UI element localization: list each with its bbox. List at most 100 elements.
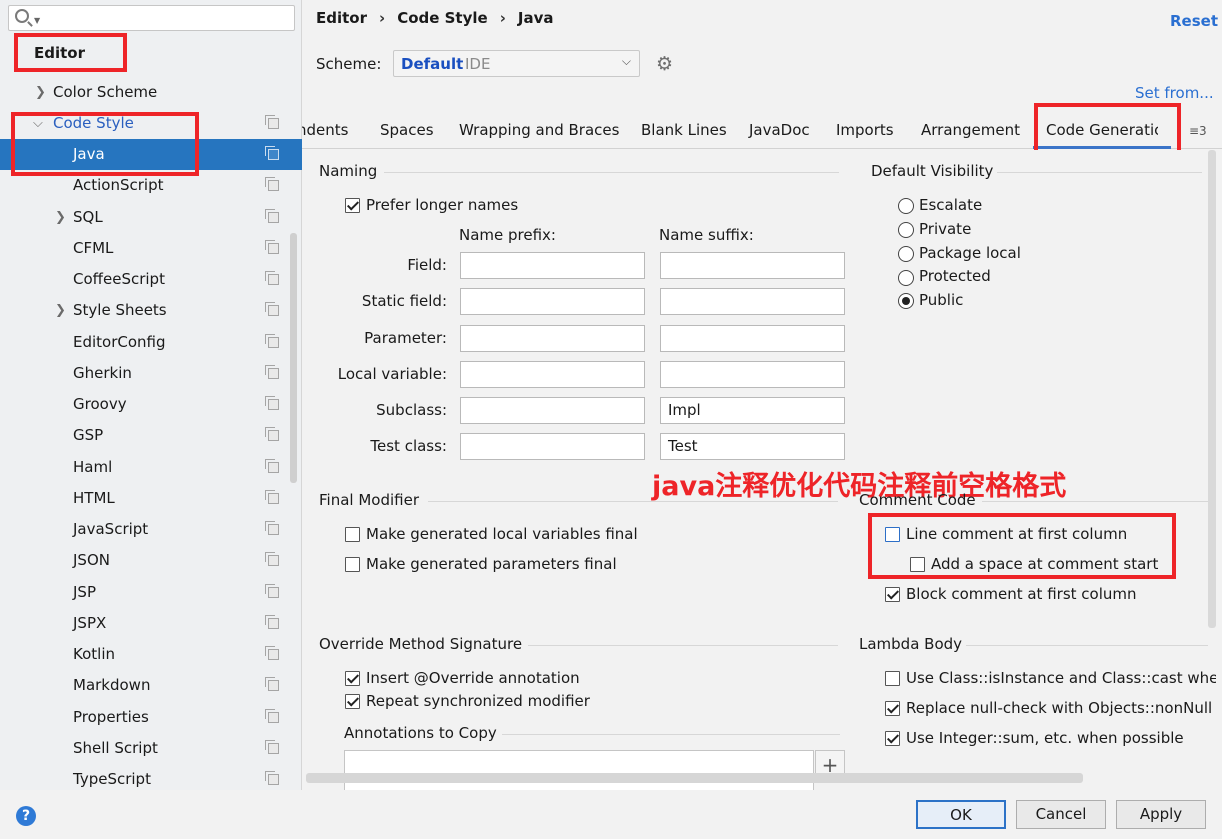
- horizontal-scrollbar[interactable]: [306, 773, 1083, 783]
- visibility-package-local-label: Package local: [919, 244, 1021, 262]
- cancel-button[interactable]: Cancel: [1016, 800, 1106, 829]
- repeat-synchronized-checkbox[interactable]: [345, 694, 360, 709]
- name-prefix-header: Name prefix:: [459, 226, 556, 244]
- breadcrumb-code-style[interactable]: Code Style: [397, 9, 488, 27]
- insert-override-label: Insert @Override annotation: [366, 669, 580, 687]
- tab-spaces[interactable]: Spaces: [380, 121, 434, 139]
- sidebar-item-jsp[interactable]: JSP: [0, 577, 302, 608]
- tab-imports[interactable]: Imports: [836, 121, 894, 139]
- ok-button[interactable]: OK: [916, 800, 1006, 829]
- copy-icon: [265, 615, 279, 629]
- visibility-escalate-radio[interactable]: [898, 198, 914, 214]
- breadcrumb-editor[interactable]: Editor: [316, 9, 367, 27]
- parameter-suffix-input[interactable]: [660, 325, 845, 352]
- sidebar-item-editorconfig[interactable]: EditorConfig: [0, 327, 302, 358]
- sidebar-item-style-sheets[interactable]: ❯ Style Sheets: [0, 295, 302, 326]
- section-divider: [502, 734, 840, 735]
- static-field-suffix-input[interactable]: [660, 288, 845, 315]
- section-divider: [428, 501, 838, 502]
- settings-search-input[interactable]: ▼: [8, 5, 295, 31]
- sidebar-item-sql[interactable]: ❯ SQL: [0, 202, 302, 233]
- repeat-synchronized-label: Repeat synchronized modifier: [366, 692, 590, 710]
- subclass-prefix-input[interactable]: [460, 397, 645, 424]
- prefer-longer-names-label: Prefer longer names: [366, 196, 519, 214]
- copy-icon: [265, 240, 279, 254]
- parameter-row-label: Parameter:: [364, 329, 447, 347]
- use-isinstance-checkbox[interactable]: [885, 671, 900, 686]
- sidebar-item-json[interactable]: JSON: [0, 545, 302, 576]
- help-icon[interactable]: ?: [16, 806, 36, 826]
- test-class-prefix-input[interactable]: [460, 433, 645, 460]
- field-prefix-input[interactable]: [460, 252, 645, 279]
- scheme-select[interactable]: Default IDE ⌵: [393, 50, 640, 77]
- sidebar-item-gherkin[interactable]: Gherkin: [0, 358, 302, 389]
- parameter-prefix-input[interactable]: [460, 325, 645, 352]
- sidebar-item-coffeescript[interactable]: CoffeeScript: [0, 264, 302, 295]
- subclass-row-label: Subclass:: [376, 401, 447, 419]
- tab-indents[interactable]: ndents: [302, 121, 348, 139]
- visibility-public-radio[interactable]: [898, 293, 914, 309]
- chevron-right-icon[interactable]: ❯: [35, 77, 46, 108]
- replace-null-check-checkbox[interactable]: [885, 701, 900, 716]
- visibility-public-label: Public: [919, 291, 964, 309]
- sidebar-item-gsp[interactable]: GSP: [0, 420, 302, 451]
- set-from-link[interactable]: Set from...: [1135, 84, 1214, 102]
- final-parameters-checkbox[interactable]: [345, 557, 360, 572]
- local-variable-suffix-input[interactable]: [660, 361, 845, 388]
- local-variable-prefix-input[interactable]: [460, 361, 645, 388]
- tab-wrapping-and-braces[interactable]: Wrapping and Braces: [459, 121, 619, 139]
- annotations-to-copy-title: Annotations to Copy: [344, 724, 497, 742]
- annotations-to-copy-list[interactable]: [344, 750, 814, 790]
- subclass-suffix-input[interactable]: Impl: [660, 397, 845, 424]
- copy-icon: [265, 427, 279, 441]
- highlight-box-editor: [14, 33, 127, 72]
- default-visibility-title: Default Visibility: [871, 162, 994, 180]
- field-row-label: Field:: [407, 256, 447, 274]
- use-integer-sum-label: Use Integer::sum, etc. when possible: [906, 729, 1184, 747]
- field-suffix-input[interactable]: [660, 252, 845, 279]
- sidebar-item-markdown[interactable]: Markdown: [0, 670, 302, 701]
- copy-icon: [265, 646, 279, 660]
- gear-icon[interactable]: ⚙: [656, 53, 673, 75]
- use-isinstance-label: Use Class::isInstance and Class::cast wh…: [906, 669, 1216, 687]
- final-local-variables-checkbox[interactable]: [345, 527, 360, 542]
- test-class-suffix-input[interactable]: Test: [660, 433, 845, 460]
- breadcrumb-separator-icon: ›: [379, 9, 386, 27]
- sidebar-item-color-scheme[interactable]: ❯ Color Scheme: [0, 77, 302, 108]
- chevron-right-icon[interactable]: ❯: [55, 202, 66, 233]
- chevron-right-icon[interactable]: ❯: [55, 295, 66, 326]
- prefer-longer-names-checkbox[interactable]: [345, 198, 360, 213]
- copy-icon: [265, 552, 279, 566]
- sidebar-item-kotlin[interactable]: Kotlin: [0, 639, 302, 670]
- section-divider: [966, 645, 1208, 646]
- static-field-prefix-input[interactable]: [460, 288, 645, 315]
- visibility-package-local-radio[interactable]: [898, 246, 914, 262]
- sidebar-item-javascript[interactable]: JavaScript: [0, 514, 302, 545]
- sidebar-item-html[interactable]: HTML: [0, 483, 302, 514]
- copy-icon: [265, 209, 279, 223]
- sidebar-item-groovy[interactable]: Groovy: [0, 389, 302, 420]
- comment-code-title: Comment Code: [859, 491, 976, 509]
- sidebar-item-cfml[interactable]: CFML: [0, 233, 302, 264]
- sidebar-item-jspx[interactable]: JSPX: [0, 608, 302, 639]
- apply-button[interactable]: Apply: [1116, 800, 1206, 829]
- use-integer-sum-checkbox[interactable]: [885, 731, 900, 746]
- sidebar-item-properties[interactable]: Properties: [0, 702, 302, 733]
- insert-override-checkbox[interactable]: [345, 671, 360, 686]
- tab-arrangement[interactable]: Arrangement: [921, 121, 1020, 139]
- copy-icon: [265, 521, 279, 535]
- sidebar-item-shell-script[interactable]: Shell Script: [0, 733, 302, 764]
- section-divider: [997, 172, 1202, 173]
- sidebar-scrollbar[interactable]: [290, 233, 297, 483]
- vertical-scrollbar[interactable]: [1208, 150, 1216, 628]
- reset-link[interactable]: Reset: [1170, 12, 1218, 30]
- section-divider: [384, 172, 839, 173]
- tab-blank-lines[interactable]: Blank Lines: [641, 121, 727, 139]
- tab-javadoc[interactable]: JavaDoc: [749, 121, 810, 139]
- visibility-private-radio[interactable]: [898, 222, 914, 238]
- sidebar-item-haml[interactable]: Haml: [0, 452, 302, 483]
- copy-icon: [265, 334, 279, 348]
- block-comment-first-column-checkbox[interactable]: [885, 587, 900, 602]
- visibility-protected-radio[interactable]: [898, 270, 914, 286]
- tabs-overflow-icon[interactable]: ≡3: [1189, 124, 1207, 138]
